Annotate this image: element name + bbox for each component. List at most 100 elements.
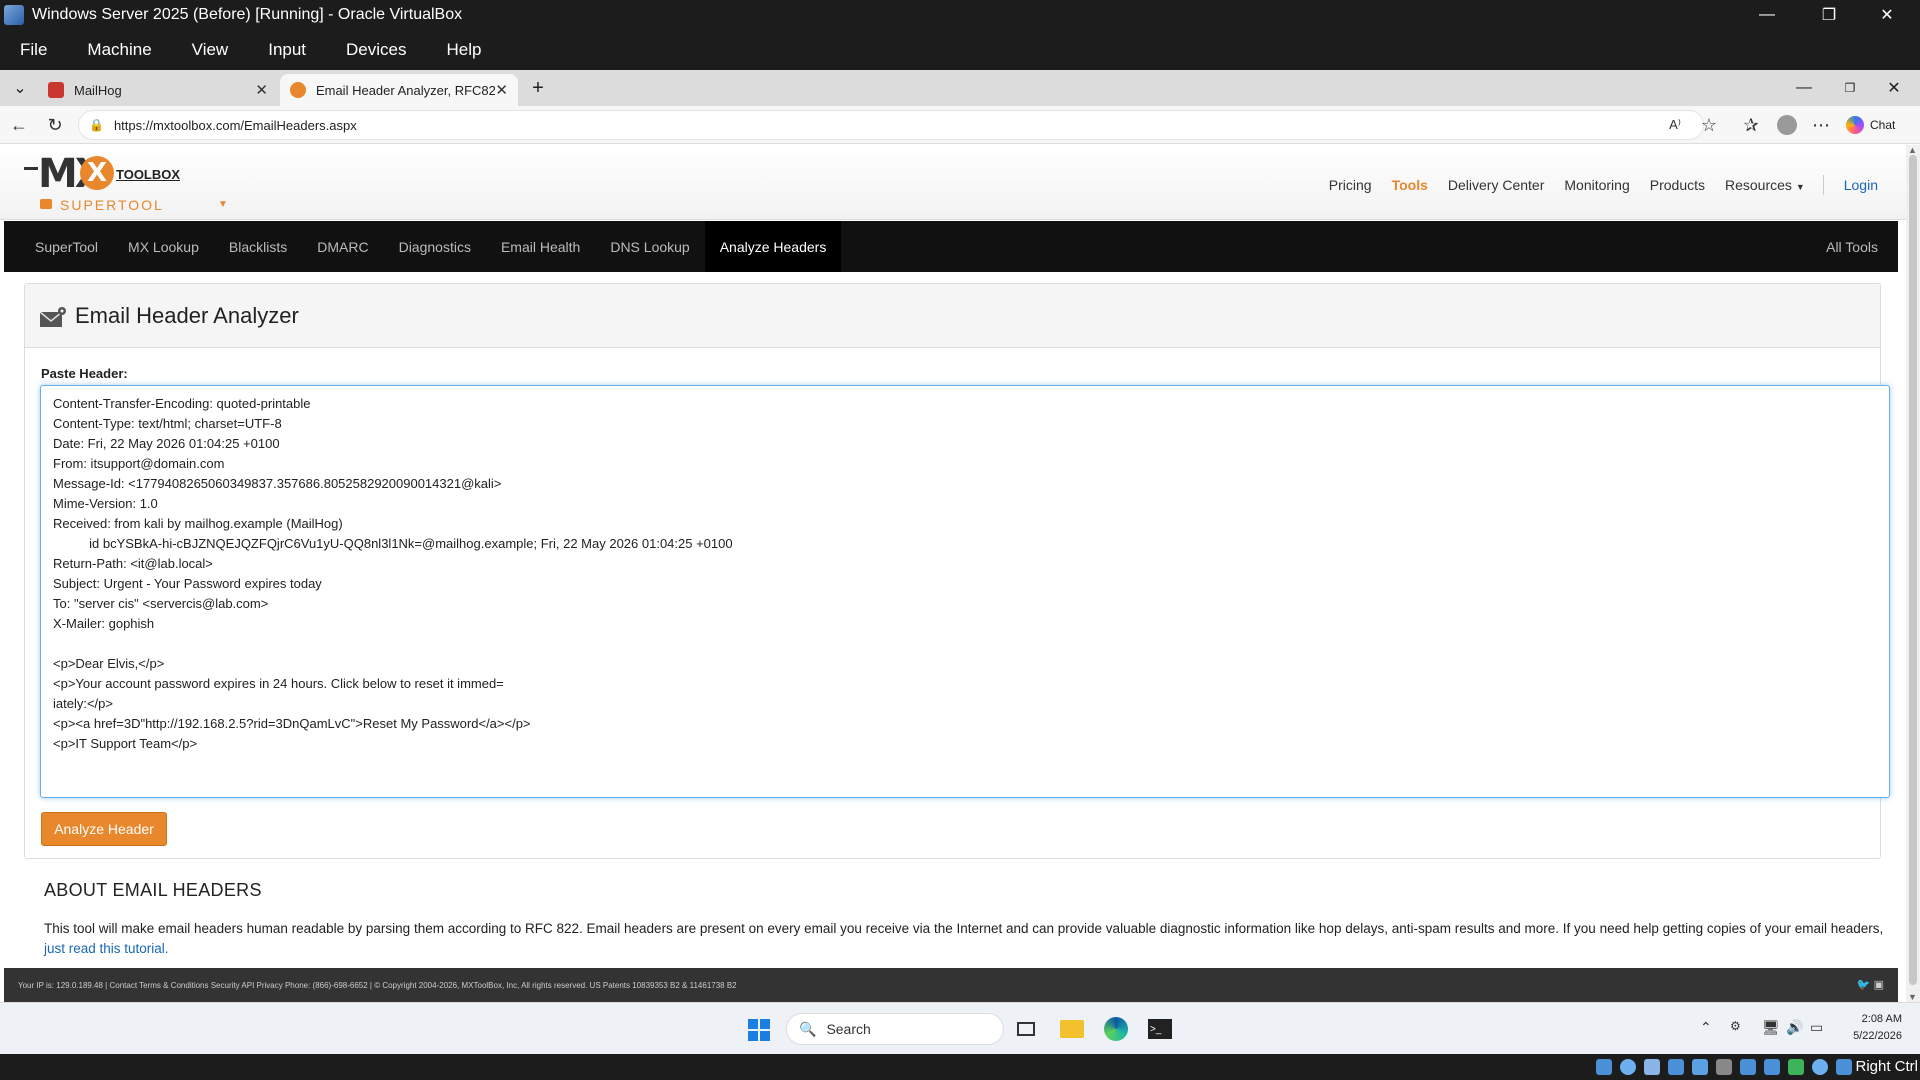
- panel-heading: Email Header Analyzer: [25, 284, 1880, 348]
- address-bar[interactable]: 🔒 https://mxtoolbox.com/EmailHeaders.asp…: [78, 110, 1704, 140]
- menu-file[interactable]: File: [0, 40, 67, 60]
- task-view-icon[interactable]: [1012, 1015, 1040, 1043]
- search-placeholder: Search: [826, 1021, 871, 1037]
- keyboard-status-icon[interactable]: [1836, 1059, 1852, 1075]
- tray-overflow-chevron-icon[interactable]: ⌃: [1700, 1019, 1712, 1036]
- mailhog-favicon-icon: [48, 82, 64, 98]
- tab-list-chevron-icon[interactable]: ⌄: [4, 74, 36, 102]
- subnav-analyze-headers[interactable]: Analyze Headers: [704, 221, 842, 272]
- nav-divider: [1822, 175, 1824, 195]
- about-body: This tool will make email headers human …: [44, 921, 1884, 936]
- menu-input[interactable]: Input: [248, 40, 326, 60]
- browser-restore-icon[interactable]: ❐: [1834, 74, 1866, 102]
- menu-machine[interactable]: Machine: [67, 40, 171, 60]
- tab-email-header-analyzer[interactable]: Email Header Analyzer, RFC822 Pa ✕: [280, 74, 518, 106]
- browser-tabbar: ⌄ MailHog ✕ Email Header Analyzer, RFC82…: [0, 70, 1920, 106]
- tutorial-link[interactable]: just read this tutorial.: [44, 941, 169, 956]
- tray-app-icon[interactable]: ⚙: [1730, 1019, 1741, 1033]
- more-menu-icon[interactable]: ⋯: [1806, 111, 1836, 139]
- url-text[interactable]: https://mxtoolbox.com/EmailHeaders.aspx: [114, 118, 357, 133]
- hdd-status-icon[interactable]: [1596, 1059, 1612, 1075]
- nav-tools[interactable]: Tools: [1392, 177, 1428, 193]
- subnav-email-health[interactable]: Email Health: [486, 221, 595, 272]
- header-analyzer-panel: Email Header Analyzer Paste Header: Cont…: [24, 283, 1890, 859]
- minimize-icon[interactable]: —: [1738, 0, 1796, 30]
- taskbar-clock[interactable]: 2:08 AM 5/22/2026: [1832, 1011, 1902, 1045]
- about-title: ABOUT EMAIL HEADERS: [44, 880, 262, 900]
- restore-icon[interactable]: ❐: [1800, 0, 1858, 30]
- favorite-star-icon[interactable]: ☆: [1694, 111, 1724, 139]
- read-aloud-icon[interactable]: A⁾: [1660, 111, 1690, 139]
- new-tab-icon[interactable]: +: [522, 74, 554, 102]
- tab-mailhog[interactable]: MailHog ✕: [38, 74, 278, 106]
- nav-delivery-center[interactable]: Delivery Center: [1448, 177, 1544, 193]
- paste-header-label: Paste Header:: [41, 366, 128, 381]
- envelope-gear-icon: [39, 306, 67, 327]
- subnav-diagnostics[interactable]: Diagnostics: [384, 221, 486, 272]
- virtualbox-titlebar: Windows Server 2025 (Before) [Running] -…: [0, 0, 1920, 30]
- analyze-header-button[interactable]: Analyze Header: [41, 812, 167, 846]
- subnav-dmarc[interactable]: DMARC: [302, 221, 383, 272]
- top-navigation: Pricing Tools Delivery Center Monitoring…: [1309, 175, 1878, 195]
- chat-label: Chat: [1870, 118, 1896, 132]
- nav-monitoring[interactable]: Monitoring: [1564, 177, 1629, 193]
- back-arrow-icon[interactable]: ←: [4, 111, 34, 139]
- copilot-icon: [1846, 116, 1864, 134]
- subnav-mx-lookup[interactable]: MX Lookup: [113, 221, 214, 272]
- network-status-icon[interactable]: [1668, 1059, 1684, 1075]
- mxtoolbox-favicon-icon: [290, 82, 306, 98]
- subnav-supertool[interactable]: SuperTool: [20, 221, 113, 272]
- logo-x-circle: X: [80, 156, 114, 190]
- supertool-caret-icon[interactable]: ▼: [218, 199, 228, 210]
- audio-status-icon[interactable]: [1644, 1059, 1660, 1075]
- clock-time: 2:08 AM: [1861, 1013, 1902, 1025]
- shared-folders-icon[interactable]: [1716, 1059, 1732, 1075]
- scroll-up-icon[interactable]: ▲: [1908, 145, 1917, 155]
- cpu-status-icon[interactable]: [1788, 1059, 1804, 1075]
- logo-dash: [24, 167, 38, 170]
- scroll-down-icon[interactable]: ▼: [1908, 992, 1917, 1002]
- usb-status-icon[interactable]: [1692, 1059, 1708, 1075]
- terminal-icon[interactable]: >_: [1146, 1015, 1174, 1043]
- subnav-blacklists[interactable]: Blacklists: [214, 221, 302, 272]
- page-scrollbar[interactable]: ▲ ▼: [1906, 145, 1920, 1002]
- lock-icon[interactable]: 🔒: [89, 118, 104, 132]
- mxtoolbox-logo[interactable]: MX X TOOLBOX SUPERTOOL ▼: [24, 151, 228, 213]
- volume-icon[interactable]: 🔊: [1786, 1019, 1803, 1036]
- battery-icon[interactable]: ▭: [1810, 1019, 1823, 1036]
- reload-icon[interactable]: ↻: [40, 111, 70, 139]
- display-status-icon[interactable]: [1740, 1059, 1756, 1075]
- recording-icon[interactable]: [1764, 1059, 1780, 1075]
- nav-products[interactable]: Products: [1650, 177, 1705, 193]
- login-link[interactable]: Login: [1844, 177, 1878, 193]
- browser-toolbar: ← ↻ 🔒 https://mxtoolbox.com/EmailHeaders…: [0, 106, 1920, 144]
- header-textarea[interactable]: Content-Transfer-Encoding: quoted-printa…: [40, 385, 1890, 798]
- close-icon[interactable]: ✕: [1858, 0, 1916, 30]
- menu-view[interactable]: View: [172, 40, 249, 60]
- nav-pricing[interactable]: Pricing: [1329, 177, 1372, 193]
- menu-devices[interactable]: Devices: [326, 40, 426, 60]
- profile-avatar-icon[interactable]: [1772, 111, 1802, 139]
- scroll-thumb[interactable]: [1909, 155, 1917, 985]
- optical-drive-icon[interactable]: [1620, 1059, 1636, 1075]
- about-text: This tool will make email headers human …: [44, 919, 1884, 959]
- supertool-label[interactable]: SUPERTOOL: [60, 197, 164, 213]
- all-tools-link[interactable]: All Tools: [1826, 221, 1878, 272]
- file-explorer-icon[interactable]: [1058, 1015, 1086, 1043]
- tab-close-icon[interactable]: ✕: [255, 81, 268, 99]
- web-content: MX X TOOLBOX SUPERTOOL ▼ Pricing Tools D…: [0, 145, 1906, 1002]
- windows-start-icon[interactable]: [748, 1019, 770, 1041]
- edge-browser-icon[interactable]: [1102, 1015, 1130, 1043]
- favorites-icon[interactable]: ✰: [1736, 111, 1766, 139]
- copilot-chat-button[interactable]: Chat: [1846, 112, 1916, 138]
- mouse-integration-icon[interactable]: [1812, 1059, 1828, 1075]
- browser-close-icon[interactable]: ✕: [1878, 74, 1910, 102]
- subnav-dns-lookup[interactable]: DNS Lookup: [595, 221, 704, 272]
- nav-resources[interactable]: Resources ▼: [1725, 177, 1805, 193]
- browser-minimize-icon[interactable]: —: [1788, 74, 1820, 102]
- network-icon[interactable]: 🖥: [1762, 1019, 1780, 1036]
- tab-close-icon[interactable]: ✕: [495, 81, 508, 99]
- social-icons[interactable]: 🐦 ▣: [1857, 978, 1884, 991]
- taskbar-search[interactable]: 🔍 Search: [786, 1013, 1004, 1045]
- menu-help[interactable]: Help: [427, 40, 502, 60]
